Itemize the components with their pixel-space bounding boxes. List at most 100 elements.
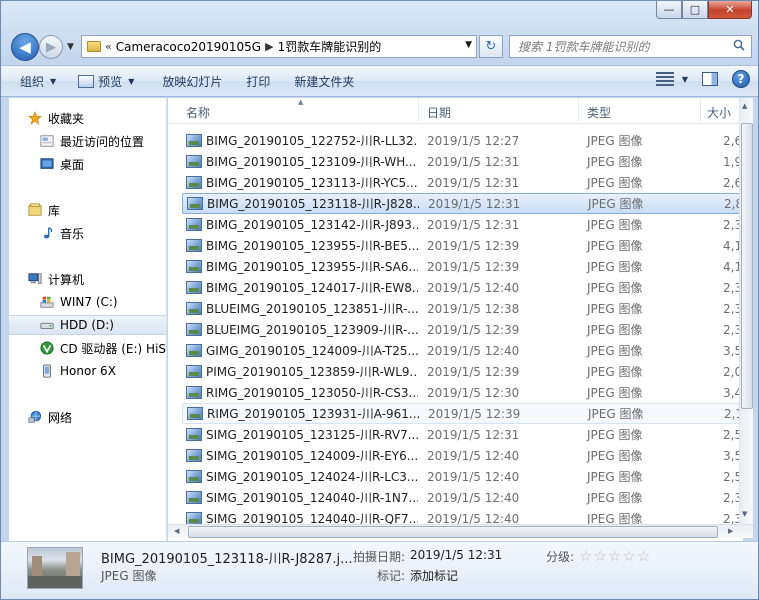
nav-libraries[interactable]: 库 bbox=[9, 200, 166, 220]
search-box[interactable] bbox=[509, 35, 752, 58]
vertical-scroll-thumb[interactable] bbox=[741, 123, 753, 409]
organize-button[interactable]: 组织 ▼ bbox=[13, 69, 63, 93]
table-row[interactable]: BIMG_20190105_123118-川R-J828... 2019/1/5 … bbox=[182, 193, 743, 214]
rating-star-icon[interactable]: ☆ bbox=[579, 547, 592, 565]
table-row[interactable]: BIMG_20190105_123955-川R-SA6... 2019/1/5 1… bbox=[182, 256, 743, 277]
file-name: BIMG_20190105_123109-川R-WH... bbox=[206, 155, 417, 169]
file-date: 2019/1/5 12:31 bbox=[427, 154, 520, 169]
dropdown-arrow-icon: ▼ bbox=[128, 76, 135, 86]
table-row[interactable]: GIMG_20190105_124009-川A-T25... 2019/1/5 1… bbox=[182, 340, 743, 361]
selected-file-type: JPEG 图像 bbox=[101, 569, 157, 583]
table-row[interactable]: RIMG_20190105_123050-川R-CS3... 2019/1/5 1… bbox=[182, 382, 743, 403]
table-row[interactable]: BIMG_20190105_123955-川R-BE5... 2019/1/5 1… bbox=[182, 235, 743, 256]
dropdown-arrow-icon: ▼ bbox=[50, 76, 57, 86]
table-row[interactable]: RIMG_20190105_123931-川A-961... 2019/1/5 1… bbox=[182, 403, 743, 424]
preview-pane-icon[interactable] bbox=[702, 72, 718, 86]
toolbar-right: ▼ ? bbox=[655, 70, 750, 88]
date-taken-value[interactable]: 2019/1/5 12:31 bbox=[410, 548, 502, 562]
nav-music[interactable]: 音乐 bbox=[9, 223, 166, 243]
rating-star-icon[interactable]: ☆ bbox=[637, 547, 650, 565]
nav-computer[interactable]: 计算机 bbox=[9, 269, 166, 289]
new-folder-button[interactable]: 新建文件夹 bbox=[287, 69, 361, 93]
column-date[interactable]: 日期 bbox=[427, 104, 451, 121]
horizontal-scroll-thumb[interactable] bbox=[188, 526, 718, 538]
table-row[interactable]: BLUEIMG_20190105_123909-川R-... 2019/1/5 1… bbox=[182, 319, 743, 340]
print-button[interactable]: 打印 bbox=[239, 69, 277, 93]
file-date: 2019/1/5 12:30 bbox=[427, 385, 520, 400]
minimize-button[interactable]: — bbox=[656, 1, 682, 19]
column-name[interactable]: 名称 bbox=[186, 104, 210, 121]
breadcrumb-arrow-icon[interactable]: ▶ bbox=[265, 40, 273, 53]
explorer-window: — □ ✕ ◀ ▶ ▼ « Cameracoco20190105G ▶ 1罚款车… bbox=[0, 0, 759, 600]
column-size[interactable]: 大小 bbox=[707, 104, 731, 121]
nav-recent-places[interactable]: 最近访问的位置 bbox=[9, 131, 166, 151]
change-view-icon[interactable] bbox=[655, 72, 674, 86]
recent-pages-dropdown[interactable]: ▼ bbox=[67, 42, 74, 52]
column-divider[interactable] bbox=[418, 98, 419, 122]
table-row[interactable]: BIMG_20190105_122752-川R-LL32... 2019/1/5 … bbox=[182, 130, 743, 151]
nav-network[interactable]: 网络 bbox=[9, 407, 166, 427]
file-type: JPEG 图像 bbox=[588, 197, 644, 211]
nav-honor-6x[interactable]: Honor 6X bbox=[9, 361, 166, 381]
rating-star-icon[interactable]: ☆ bbox=[593, 547, 606, 565]
file-type: JPEG 图像 bbox=[587, 218, 643, 232]
address-bar[interactable]: « Cameracoco20190105G ▶ 1罚款车牌能识别的 ▼ bbox=[81, 35, 477, 58]
nav-drive-e[interactable]: CD 驱动器 (E:) HiSu bbox=[9, 338, 166, 358]
file-type: JPEG 图像 bbox=[587, 365, 643, 379]
nav-drive-c[interactable]: WIN7 (C:) bbox=[9, 292, 166, 312]
breadcrumb-segment[interactable]: Cameracoco20190105G bbox=[116, 40, 261, 54]
scroll-right-icon[interactable]: ▶ bbox=[728, 527, 733, 535]
table-row[interactable]: SIMG_20190105_124040-川R-1N7... 2019/1/5 1… bbox=[182, 487, 743, 508]
table-row[interactable]: SIMG_20190105_124009-川R-EY6... 2019/1/5 1… bbox=[182, 445, 743, 466]
jpeg-file-icon bbox=[186, 449, 202, 462]
table-row[interactable]: BIMG_20190105_124017-川R-EW8... 2019/1/5 1… bbox=[182, 277, 743, 298]
table-row[interactable]: BIMG_20190105_123109-川R-WH... 2019/1/5 12… bbox=[182, 151, 743, 172]
slideshow-button[interactable]: 放映幻灯片 bbox=[155, 69, 229, 93]
file-date: 2019/1/5 12:40 bbox=[427, 490, 520, 505]
column-type[interactable]: 类型 bbox=[587, 104, 611, 121]
table-row[interactable]: BIMG_20190105_123113-川R-YC5... 2019/1/5 1… bbox=[182, 172, 743, 193]
table-row[interactable]: BLUEIMG_20190105_123851-川R-... 2019/1/5 1… bbox=[182, 298, 743, 319]
view-dropdown-icon[interactable]: ▼ bbox=[682, 75, 688, 84]
maximize-button[interactable]: □ bbox=[682, 1, 708, 19]
file-name: BLUEIMG_20190105_123909-川R-... bbox=[206, 323, 418, 337]
rating-star-icon[interactable]: ☆ bbox=[622, 547, 635, 565]
breadcrumb-segment[interactable]: 1罚款车牌能识别的 bbox=[278, 38, 382, 55]
nav-desktop[interactable]: 桌面 bbox=[9, 154, 166, 174]
close-button[interactable]: ✕ bbox=[708, 1, 752, 19]
table-row[interactable]: SIMG_20190105_124024-川R-LC3... 2019/1/5 1… bbox=[182, 466, 743, 487]
column-divider[interactable] bbox=[700, 98, 701, 122]
forward-button[interactable]: ▶ bbox=[39, 35, 63, 59]
details-pane: BIMG_20190105_123118-川R-J8287.j... JPEG … bbox=[1, 541, 758, 599]
nav-label: 音乐 bbox=[60, 226, 85, 241]
scroll-left-icon[interactable]: ◀ bbox=[174, 527, 179, 535]
table-row[interactable]: BIMG_20190105_123142-川R-J893... 2019/1/5 … bbox=[182, 214, 743, 235]
preview-button[interactable]: 预览 ▼ bbox=[71, 69, 141, 93]
refresh-button[interactable]: ↻ bbox=[479, 35, 503, 58]
jpeg-file-icon bbox=[187, 197, 203, 210]
column-divider[interactable] bbox=[578, 98, 579, 122]
table-row[interactable]: PIMG_20190105_123859-川R-WL9... 2019/1/5 1… bbox=[182, 361, 743, 382]
help-icon[interactable]: ? bbox=[732, 70, 750, 88]
scroll-up-icon[interactable]: ▲ bbox=[742, 102, 747, 110]
file-date: 2019/1/5 12:38 bbox=[427, 301, 520, 316]
vertical-scrollbar[interactable]: ▲ ▼ bbox=[739, 98, 753, 524]
scroll-down-icon[interactable]: ▼ bbox=[742, 510, 747, 518]
close-icon: ✕ bbox=[725, 3, 735, 16]
overflow-chevron-icon[interactable]: « bbox=[105, 40, 112, 53]
file-list: ▲ 名称 日期 类型 大小 BIMG_20190105_122752-川R-LL… bbox=[168, 98, 743, 541]
tags-value[interactable]: 添加标记 bbox=[410, 567, 458, 584]
back-button[interactable]: ◀ bbox=[11, 33, 39, 61]
rating-star-icon[interactable]: ☆ bbox=[608, 547, 621, 565]
search-icon[interactable] bbox=[733, 39, 745, 51]
rating-stars[interactable]: ☆ ☆ ☆ ☆ ☆ bbox=[579, 547, 651, 565]
nav-drive-d[interactable]: HDD (D:) bbox=[9, 315, 166, 335]
search-input[interactable] bbox=[510, 36, 720, 57]
organize-label: 组织 bbox=[20, 74, 45, 89]
horizontal-scrollbar[interactable]: ◀ ▶ bbox=[168, 524, 753, 538]
address-dropdown-icon[interactable]: ▼ bbox=[465, 40, 472, 50]
file-date: 2019/1/5 12:31 bbox=[427, 427, 520, 442]
table-row[interactable]: SIMG_20190105_123125-川R-RV7... 2019/1/5 1… bbox=[182, 424, 743, 445]
nav-favorites[interactable]: 收藏夹 bbox=[9, 108, 166, 128]
back-arrow-icon: ◀ bbox=[19, 38, 31, 56]
